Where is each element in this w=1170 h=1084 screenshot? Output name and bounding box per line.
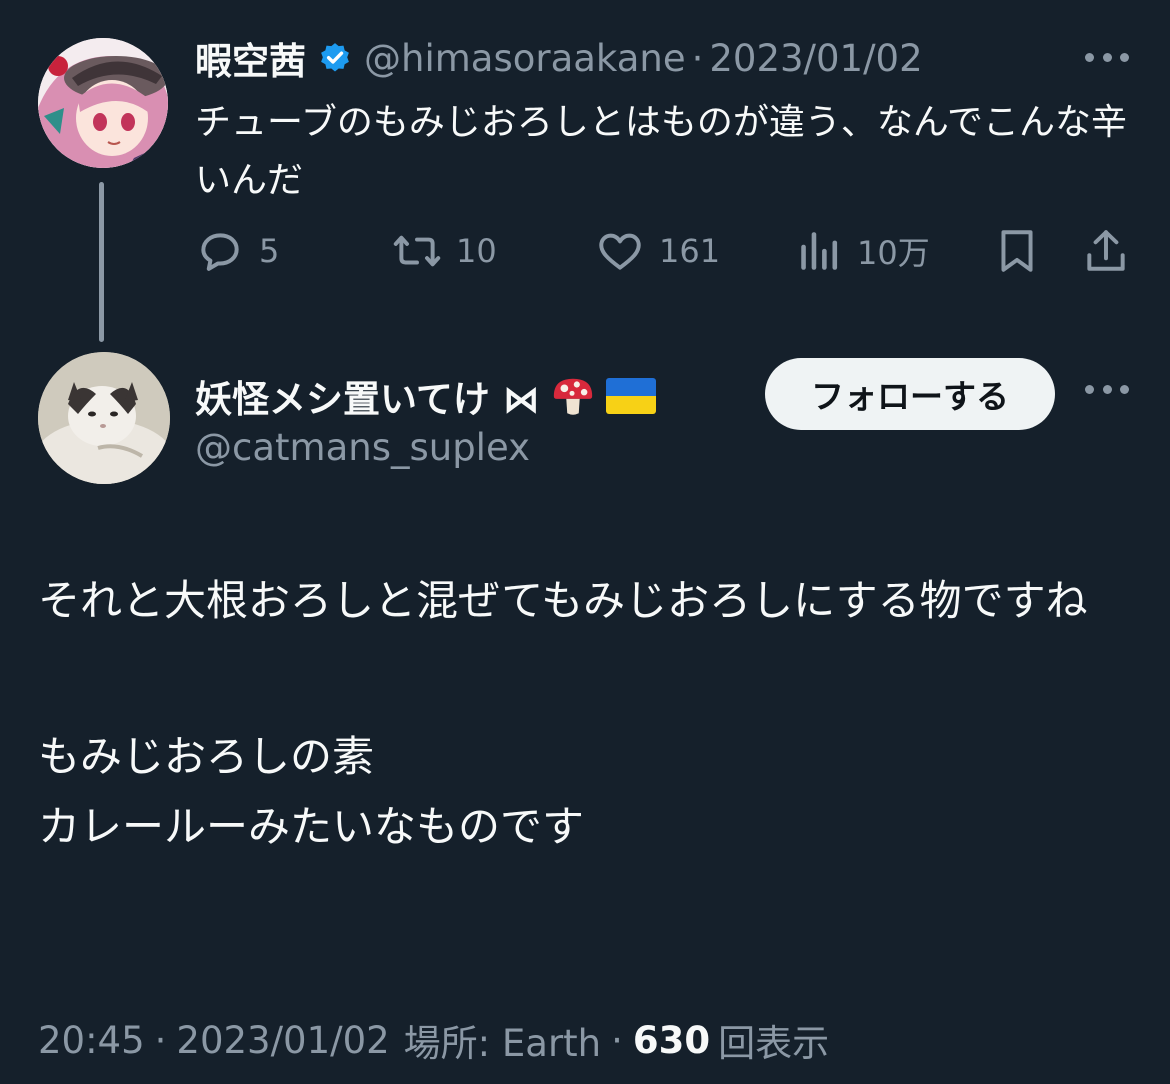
- reply-text: それと大根おろしと混ぜてもみじおろしにする物ですね もみじおろしの素 カレールー…: [38, 566, 1138, 862]
- meta-date[interactable]: 2023/01/02: [176, 1019, 389, 1062]
- follow-button[interactable]: フォローする: [765, 358, 1055, 430]
- meta-location: 場所: Earth: [403, 1022, 602, 1065]
- retweet-button[interactable]: 10: [392, 226, 497, 276]
- reply-paragraph: もみじおろしの素: [38, 732, 375, 781]
- thread-connector-line: [99, 182, 104, 342]
- reply-paragraph: カレールーみたいなものです: [38, 802, 585, 851]
- tweet-meta-line: 20:45 · 2023/01/02 場所: Earth · 630 回表示: [38, 1010, 829, 1070]
- meta-separator: ·: [611, 1018, 623, 1062]
- reply-bubble-icon: [201, 233, 239, 271]
- tweet1-separator: ·: [691, 36, 704, 80]
- mushroom-icon: [550, 373, 596, 419]
- avatar-himasoraakane[interactable]: [38, 38, 168, 168]
- reply-more-button[interactable]: [1085, 376, 1129, 402]
- tweet1-header: 暇空茜 @himasoraakane · 2023/01/02: [195, 31, 923, 85]
- retweet-icon: [393, 235, 441, 267]
- tweet1-date[interactable]: 2023/01/02: [709, 37, 922, 80]
- views-button[interactable]: 10万: [797, 226, 930, 276]
- reply-count: 5: [259, 232, 280, 270]
- cat-photo-avatar-icon: [38, 352, 170, 484]
- reply-handle[interactable]: @catmans_suplex: [195, 426, 530, 469]
- verified-badge-icon[interactable]: [318, 41, 352, 75]
- like-count: 161: [659, 232, 721, 270]
- like-button[interactable]: 161: [595, 226, 720, 276]
- reply-paragraph: それと大根おろしと混ぜてもみじおろしにする物ですね: [38, 576, 1088, 625]
- reply-button[interactable]: 5: [195, 226, 279, 276]
- more-dots-icon: [1085, 376, 1129, 402]
- reply-display-name[interactable]: 妖怪メシ置いてけ ⋈: [195, 369, 540, 423]
- bookmark-button[interactable]: [996, 226, 1038, 276]
- tweet1-more-button[interactable]: [1085, 44, 1129, 70]
- meta-time[interactable]: 20:45: [38, 1019, 145, 1062]
- meta-views-label: 回表示: [718, 1022, 830, 1065]
- tweet1-display-name[interactable]: 暇空茜: [195, 31, 306, 85]
- meta-view-count: 630: [632, 1018, 711, 1062]
- views-chart-icon: [801, 232, 838, 270]
- more-dots-icon: [1085, 44, 1129, 70]
- view-count: 10万: [857, 234, 930, 272]
- share-upload-icon: [1087, 230, 1125, 271]
- share-button[interactable]: [1083, 226, 1129, 276]
- avatar-catmans-suplex[interactable]: [38, 352, 170, 484]
- retweet-count: 10: [456, 232, 497, 270]
- anime-girl-avatar-icon: [38, 38, 168, 168]
- bookmark-icon: [1001, 230, 1033, 272]
- heart-icon: [599, 233, 641, 270]
- meta-separator: ·: [154, 1018, 167, 1062]
- reply-header: 妖怪メシ置いてけ ⋈: [195, 370, 656, 422]
- ukraine-flag-icon: [605, 378, 656, 414]
- tweet1-text: チューブのもみじおろしとはものが違う、なんでこんな辛いんだ: [195, 102, 1128, 201]
- tweet1-handle[interactable]: @himasoraakane: [364, 37, 686, 80]
